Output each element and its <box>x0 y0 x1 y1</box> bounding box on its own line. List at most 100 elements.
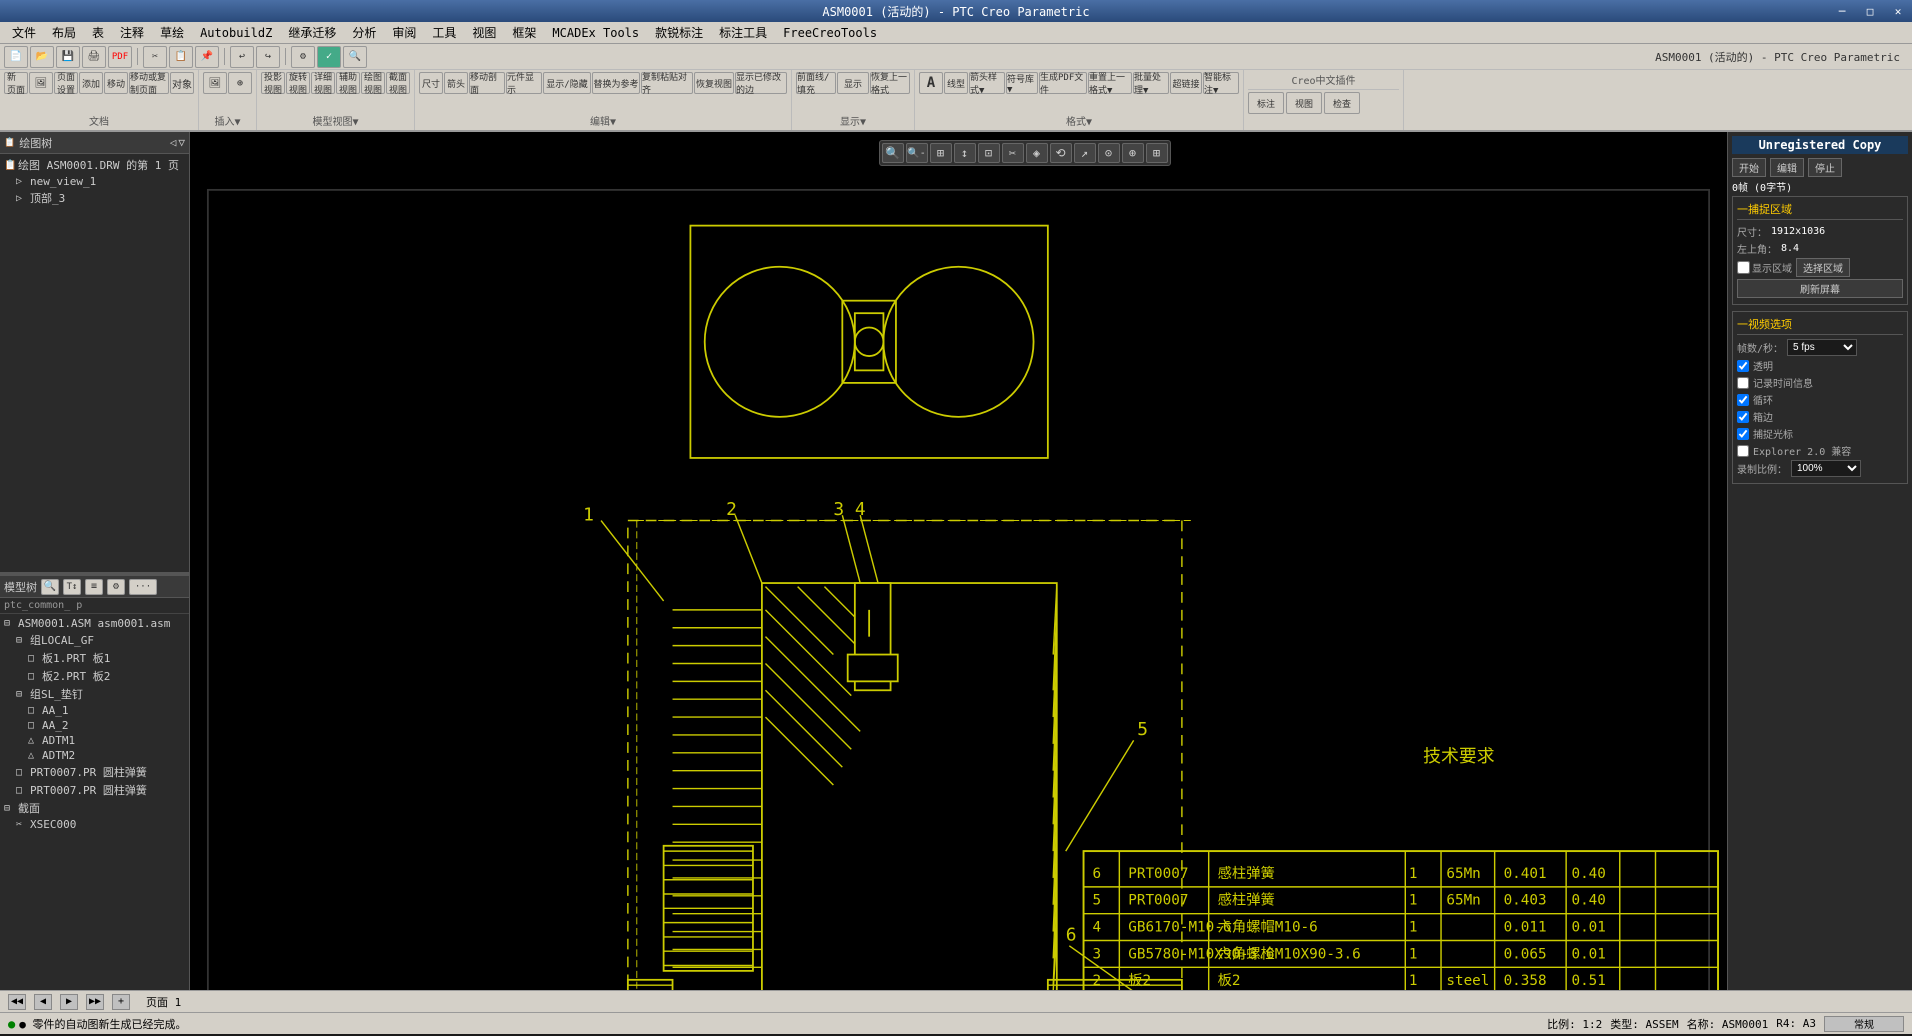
cv-zoom-box[interactable]: ⊡ <box>978 143 1000 163</box>
menu-view[interactable]: 视图 <box>464 22 504 43</box>
cv-spin[interactable]: ⟲ <box>1050 143 1072 163</box>
cv-zoom-out[interactable]: 🔍- <box>906 143 928 163</box>
menu-mcadex[interactable]: MCADEx Tools <box>544 24 647 42</box>
nav-first-btn[interactable]: ◀◀ <box>8 994 26 1010</box>
tb-ed-replace[interactable]: 替换为参考 <box>592 72 640 94</box>
tb-fmt-line[interactable]: 线型 <box>944 72 968 94</box>
cv-zoom-in[interactable]: 🔍 <box>882 143 904 163</box>
menu-frame[interactable]: 框架 <box>504 22 544 43</box>
tb-mv-detail[interactable]: 详细视图 <box>311 72 335 94</box>
tb-print[interactable]: 🖨 <box>82 46 106 68</box>
fps-select[interactable]: 5 fps 10 fps 15 fps 20 fps 30 fps <box>1787 339 1857 356</box>
menu-annotation[interactable]: 注释 <box>112 22 152 43</box>
menu-table[interactable]: 表 <box>84 22 112 43</box>
show-area-checkbox[interactable] <box>1737 261 1750 274</box>
transparent-checkbox[interactable] <box>1737 360 1749 372</box>
tb-show-line-visible[interactable]: 显示 <box>837 72 869 94</box>
tb-green[interactable]: ✓ <box>317 46 341 68</box>
canvas-area[interactable]: 🔍 🔍- ⊞ ↕ ⊡ ✂ ◈ ⟲ ↗ ⊙ ⊕ ⊞ <box>190 132 1727 990</box>
tb-cp-btn1[interactable]: 标注 <box>1248 92 1284 114</box>
mt-adtm1[interactable]: △ ADTM1 <box>2 733 187 748</box>
tb-fmt-smart[interactable]: 智能标注▼ <box>1203 72 1239 94</box>
tb-fmt-super[interactable]: 超链接 <box>1170 72 1202 94</box>
mt-more-btn[interactable]: ··· <box>129 579 157 595</box>
tb-settings[interactable]: ⚙ <box>291 46 315 68</box>
tb-mv-rotate[interactable]: 旋转视图 <box>286 72 310 94</box>
menu-review[interactable]: 审阅 <box>384 22 424 43</box>
mt-xsec000[interactable]: ✂ XSEC000 <box>2 817 187 832</box>
tb-fmt-sym[interactable]: 符号库▼ <box>1006 72 1038 94</box>
menu-file[interactable]: 文件 <box>4 22 44 43</box>
tb-ed-dim[interactable]: 尺寸 <box>419 72 443 94</box>
tb-cp-btn2[interactable]: 视图 <box>1286 92 1322 114</box>
edit-btn[interactable]: 编辑 <box>1770 158 1804 177</box>
menu-layout[interactable]: 布局 <box>44 22 84 43</box>
tb-fmt-A[interactable]: A <box>919 72 943 94</box>
cv-arrow[interactable]: ↗ <box>1074 143 1096 163</box>
tb-ed-move-surf[interactable]: 移动剖面 <box>469 72 505 94</box>
mt-sort-btn[interactable]: T↕ <box>63 579 81 595</box>
tb-doc-page-setup[interactable]: 页面设置 <box>54 72 78 94</box>
tb-undo[interactable]: ↩ <box>230 46 254 68</box>
tb-mv-perspective[interactable]: 投影视图 <box>261 72 285 94</box>
tb-search[interactable]: 🔍 <box>343 46 367 68</box>
mt-prt0007-2[interactable]: □ PRT0007.PR 圆柱弹簧 <box>2 781 187 799</box>
tb-mv-drawing[interactable]: 绘图视图 <box>361 72 385 94</box>
tb-doc-obj[interactable]: 对象 <box>170 72 194 94</box>
nav-last-btn[interactable]: ▶▶ <box>86 994 104 1010</box>
tb-ed-arrow[interactable]: 箭头 <box>444 72 468 94</box>
cv-plus[interactable]: ⊕ <box>1122 143 1144 163</box>
cv-grid[interactable]: ⊞ <box>1146 143 1168 163</box>
explorer-checkbox[interactable] <box>1737 445 1749 457</box>
menu-labeltools[interactable]: 标注工具 <box>711 22 775 43</box>
mt-filter-btn[interactable]: ≡ <box>85 579 103 595</box>
mt-settings-btn[interactable]: ⚙ <box>107 579 125 595</box>
stop-btn[interactable]: 停止 <box>1808 158 1842 177</box>
tb-ed-copy-align[interactable]: 复制粘贴对齐 <box>641 72 693 94</box>
cv-pan[interactable]: ↕ <box>954 143 976 163</box>
menu-freecreo[interactable]: FreeCreoTools <box>775 24 885 42</box>
menu-analysis[interactable]: 分析 <box>344 22 384 43</box>
tb-fmt-head[interactable]: 箭头样式▼ <box>969 72 1005 94</box>
tb-redo[interactable]: ↪ <box>256 46 280 68</box>
mt-sl-group[interactable]: ⊟ 组SL_垫钉 <box>2 685 187 703</box>
tb-cp-btn3[interactable]: 检查 <box>1324 92 1360 114</box>
minimize-btn[interactable]: ─ <box>1828 0 1856 22</box>
refresh-btn[interactable]: 刷新屏幕 <box>1737 279 1903 298</box>
mt-search-btn[interactable]: 🔍 <box>41 579 59 595</box>
tb-fmt-pdf[interactable]: 生成PDF文件 <box>1039 72 1087 94</box>
tb-show-frontline[interactable]: 前面线/填充 <box>796 72 836 94</box>
tb-show-restore2[interactable]: 恢复上一格式 <box>870 72 910 94</box>
tb-ins-add[interactable]: ⊕ <box>228 72 252 94</box>
tb-mv-aux[interactable]: 辅助视图 <box>336 72 360 94</box>
tb-ed-modified[interactable]: 显示已修改的边 <box>735 72 787 94</box>
mt-ban2[interactable]: □ 板2.PRT 板2 <box>2 667 187 685</box>
cv-circle[interactable]: ⊙ <box>1098 143 1120 163</box>
mt-aa2[interactable]: □ AA_2 <box>2 718 187 733</box>
select-area-btn[interactable]: 选择区域 <box>1796 258 1850 277</box>
tb-ed-restore[interactable]: 恢复视图 <box>694 72 734 94</box>
tb-fmt-reset[interactable]: 重置上一格式▼ <box>1088 72 1132 94</box>
tb-ed-show[interactable]: 显示/隐藏 <box>543 72 591 94</box>
tb-ins-photo[interactable]: 🖼 <box>203 72 227 94</box>
tb-fmt-batch[interactable]: 批量处理▼ <box>1133 72 1169 94</box>
menu-tools[interactable]: 工具 <box>424 22 464 43</box>
mt-section[interactable]: ⊟ 截面 <box>2 799 187 817</box>
cursor-checkbox[interactable] <box>1737 428 1749 440</box>
tree-drawing-page[interactable]: 📋 绘图 ASM0001.DRW 的第 1 页 <box>2 156 187 174</box>
mt-aa1[interactable]: □ AA_1 <box>2 703 187 718</box>
menu-sketch[interactable]: 草绘 <box>152 22 192 43</box>
tb-ed-elem-show[interactable]: 元件显示 <box>506 72 542 94</box>
mt-asm0001[interactable]: ⊟ ASM0001.ASM asm0001.asm <box>2 616 187 631</box>
tb-doc-move2[interactable]: 移动或复制页面 <box>129 72 169 94</box>
tb-doc-add[interactable]: 添加 <box>79 72 103 94</box>
tb-save[interactable]: 💾 <box>56 46 80 68</box>
tb-new[interactable]: 📄 <box>4 46 28 68</box>
tb-open[interactable]: 📂 <box>30 46 54 68</box>
start-btn[interactable]: 开始 <box>1732 158 1766 177</box>
border-checkbox[interactable] <box>1737 411 1749 423</box>
nav-add-btn[interactable]: + <box>112 994 130 1010</box>
menu-fastlabel[interactable]: 款锐标注 <box>647 22 711 43</box>
menu-autobuildz[interactable]: AutobuildZ <box>192 24 280 42</box>
scale-select[interactable]: 100% 75% 50% <box>1791 460 1861 477</box>
